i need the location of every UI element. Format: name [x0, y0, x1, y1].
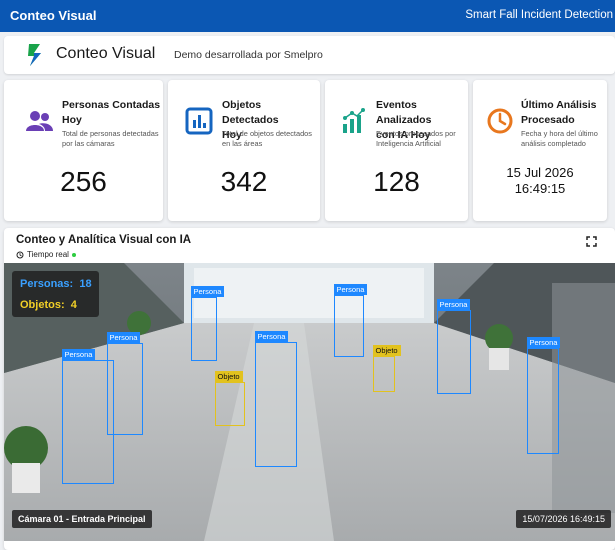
card-description: Total de objetos detectados en las áreas — [222, 129, 312, 148]
ai-events-count: 128 — [373, 166, 420, 197]
object-detection-box: Objeto — [372, 345, 401, 392]
card-description: Fecha y hora del último análisis completa… — [521, 129, 598, 148]
person-detection-box: Persona — [190, 286, 225, 361]
clock-icon — [487, 108, 513, 134]
card-title: Último Análisis Procesado — [521, 99, 597, 126]
top-bar: Conteo Visual Smart Fall Incident Detect… — [0, 0, 615, 32]
video-analytics-panel: Conteo y Analítica Visual con IA Tiempo … — [4, 228, 615, 550]
card-ai-events: Eventos Analizados con IA Hoy Eventos pro… — [325, 80, 468, 221]
camera-name: Cámara 01 - Entrada Principal — [12, 510, 152, 528]
live-label: Tiempo real — [27, 250, 69, 259]
camera-timestamp: 15/07/2026 16:49:15 — [516, 510, 611, 528]
object-detection-box: Objeto — [214, 371, 245, 426]
bar-chart-icon — [185, 107, 213, 135]
camera-feed[interactable]: Personas: 18 Objetos: 4 Persona Persona … — [4, 263, 615, 541]
system-title: Smart Fall Incident Detection — [465, 9, 613, 21]
live-dot — [71, 252, 76, 257]
persons-counter: Personas: 18 — [20, 278, 92, 290]
smelpro-logo — [28, 44, 41, 66]
person-detection-box: Persona — [106, 332, 143, 435]
live-indicator: Tiempo real — [16, 250, 76, 259]
person-detection-box: Persona — [254, 331, 297, 467]
objects-count: 342 — [220, 166, 268, 197]
objects-counter: Objetos: 4 — [20, 299, 77, 311]
clock-icon — [16, 251, 24, 258]
person-detection-box: Persona — [333, 284, 368, 357]
person-detection-box: Persona — [436, 299, 471, 394]
card-description: Eventos procesados por Inteligencia Artif… — [376, 129, 456, 148]
page-title: Conteo Visual — [56, 45, 156, 62]
fullscreen-icon[interactable] — [586, 236, 597, 247]
panel-title: Conteo y Analítica Visual con IA — [16, 234, 192, 246]
app-title: Conteo Visual — [10, 8, 97, 23]
last-analysis-datetime: 15 Jul 2026 16:49:15 — [506, 165, 574, 196]
analytics-icon — [343, 108, 365, 133]
page-header: Conteo Visual Demo desarrollada por Smel… — [4, 36, 615, 74]
persons-count: 256 — [60, 166, 107, 197]
person-detection-box: Persona — [526, 337, 561, 454]
card-title: Personas Contadas Hoy — [62, 99, 161, 126]
card-last-analysis: Último Análisis Procesado Fecha y hora de… — [473, 80, 607, 221]
people-icon — [26, 111, 53, 131]
page-subtitle: Demo desarrollada por Smelpro — [174, 49, 323, 61]
card-persons: Personas Contadas Hoy Total de personas d… — [4, 80, 163, 221]
card-objects: Objetos Detectados Hoy Total de objetos d… — [168, 80, 320, 221]
card-description: Total de personas detectadas por las cáma… — [62, 129, 159, 148]
detection-counter: Personas: 18 Objetos: 4 — [12, 271, 99, 317]
